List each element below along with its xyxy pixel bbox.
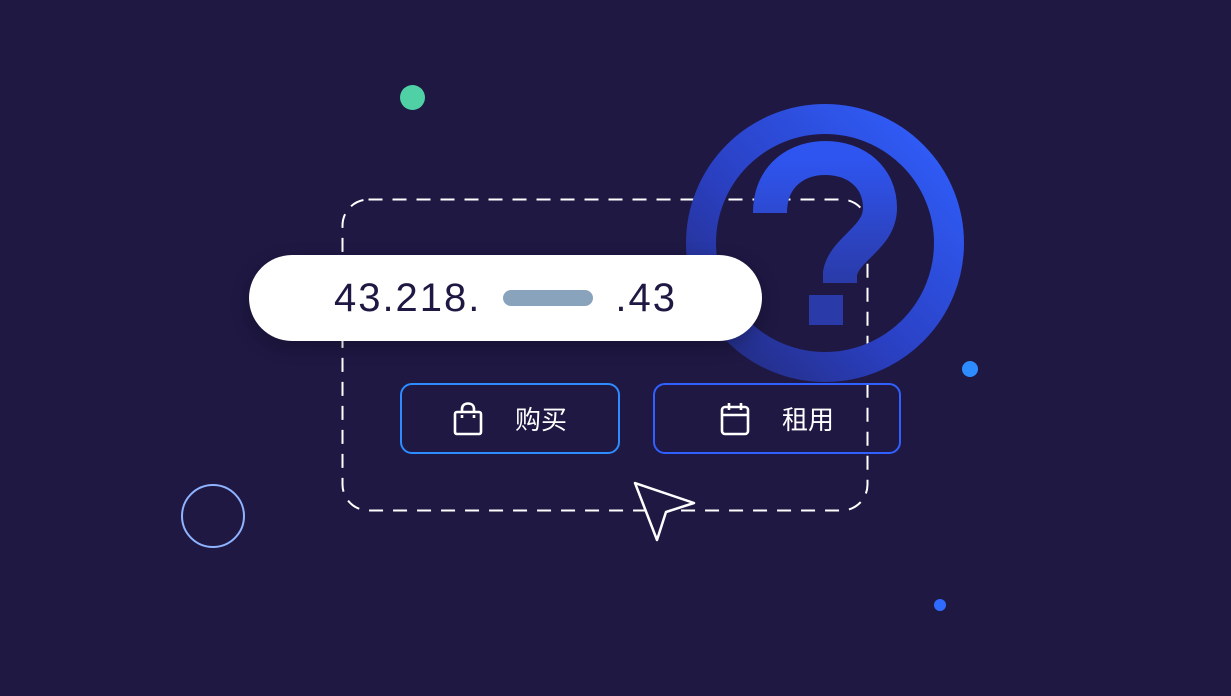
buy-button-label: 购买 [514,406,567,436]
ip-address-field: 43.218. .43 [249,255,762,341]
shopping-bag-icon [453,401,483,435]
green-dot-decoration [400,85,425,110]
outline-circle-decoration [181,484,245,548]
rent-button-label: 租用 [781,406,834,436]
question-mark-icon [686,104,964,382]
illustration-canvas: 43.218. .43 购买 租用 [0,0,1231,696]
ip-prefix: 43.218. [333,275,482,320]
ip-suffix: .43 [615,275,678,320]
calendar-icon [720,402,750,435]
buy-button[interactable]: 购买 [400,383,620,454]
ip-masked-segment [503,290,594,306]
mouse-cursor-icon [633,481,696,542]
rent-button[interactable]: 租用 [653,383,901,454]
small-blue-dot-decoration [934,599,946,611]
